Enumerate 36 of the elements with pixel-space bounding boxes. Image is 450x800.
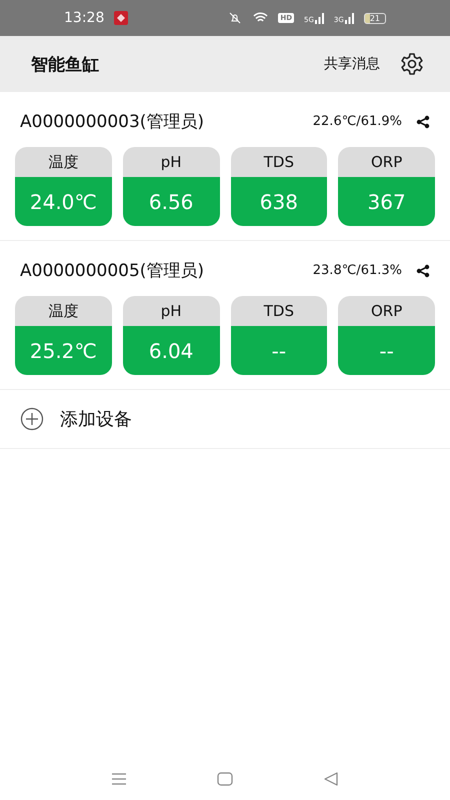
sensor-value: 25.2℃ — [15, 326, 112, 375]
sensor-label: ORP — [338, 147, 435, 177]
back-icon[interactable] — [323, 772, 339, 786]
sensor-value: 6.56 — [122, 177, 220, 226]
temperature-humidity: 22.6℃/61.9% — [312, 114, 402, 129]
device-name: A0000000005(管理员) — [20, 260, 204, 282]
sensor-label: TDS — [230, 147, 328, 177]
share-messages-button[interactable]: 共享消息 — [324, 55, 380, 73]
sensor-label: 温度 — [15, 296, 112, 326]
sensor-label: pH — [122, 296, 220, 326]
app-title: 智能鱼缸 — [31, 54, 99, 76]
app-notification-icon — [114, 11, 128, 25]
sensor-value: 6.04 — [122, 326, 220, 375]
signal-icon — [344, 12, 354, 24]
share-icon[interactable] — [416, 114, 430, 128]
wifi-icon — [253, 12, 268, 24]
share-icon[interactable] — [416, 264, 430, 278]
sensor-value: 638 — [230, 177, 328, 226]
add-device-label[interactable]: 添加设备 — [60, 407, 132, 431]
signal-icon — [314, 12, 324, 24]
add-icon[interactable] — [20, 407, 44, 431]
menu-icon[interactable] — [111, 772, 127, 786]
settings-icon[interactable] — [400, 52, 424, 76]
sensor-label: ORP — [338, 296, 435, 326]
sensor-value: -- — [338, 326, 435, 375]
sensor-value: -- — [230, 326, 328, 375]
device-name: A0000000003(管理员) — [20, 111, 204, 133]
sensor-label: 温度 — [15, 147, 112, 177]
status-time: 13:28 — [64, 10, 104, 26]
sensor-value: 24.0℃ — [15, 177, 112, 226]
sensor-value: 367 — [338, 177, 435, 226]
battery-level: 21 — [364, 12, 386, 24]
sensor-label: pH — [122, 147, 220, 177]
sensor-label: TDS — [230, 296, 328, 326]
temperature-humidity: 23.8℃/61.3% — [312, 263, 402, 278]
home-icon[interactable] — [217, 772, 233, 786]
